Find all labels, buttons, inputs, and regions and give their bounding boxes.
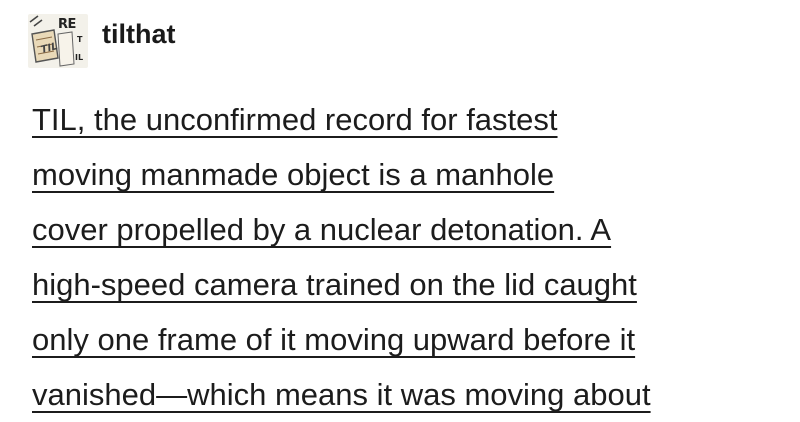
post-link[interactable]: TIL, the unconfirmed record for fastest	[32, 102, 558, 137]
post: RE TIL T IL tilthat TIL, the unconfirmed…	[0, 0, 800, 420]
post-link[interactable]: high-speed camera trained on the lid cau…	[32, 267, 637, 302]
post-body: TIL, the unconfirmed record for fastest …	[32, 92, 792, 422]
post-header: RE TIL T IL tilthat	[28, 14, 176, 68]
post-link[interactable]: cover propelled by a nuclear detonation.…	[32, 212, 611, 247]
post-text-line: moving manmade object is a manhole	[32, 147, 792, 202]
post-link[interactable]: moving manmade object is a manhole	[32, 157, 554, 192]
post-link[interactable]: vanished—which means it was moving about	[32, 377, 651, 412]
avatar-lettering: RE	[58, 17, 76, 32]
post-text-line: high-speed camera trained on the lid cau…	[32, 257, 792, 312]
post-link[interactable]: only one frame of it moving upward befor…	[32, 322, 635, 357]
avatar-lettering: IL	[75, 53, 84, 62]
avatar-lettering: T	[77, 35, 83, 44]
post-text-line: only one frame of it moving upward befor…	[32, 312, 792, 367]
post-text-line: TIL, the unconfirmed record for fastest	[32, 92, 792, 147]
blog-username[interactable]: tilthat	[102, 20, 176, 48]
avatar[interactable]: RE TIL T IL	[28, 14, 88, 68]
post-text-line: cover propelled by a nuclear detonation.…	[32, 202, 792, 257]
post-text-line: vanished—which means it was moving about	[32, 367, 792, 422]
